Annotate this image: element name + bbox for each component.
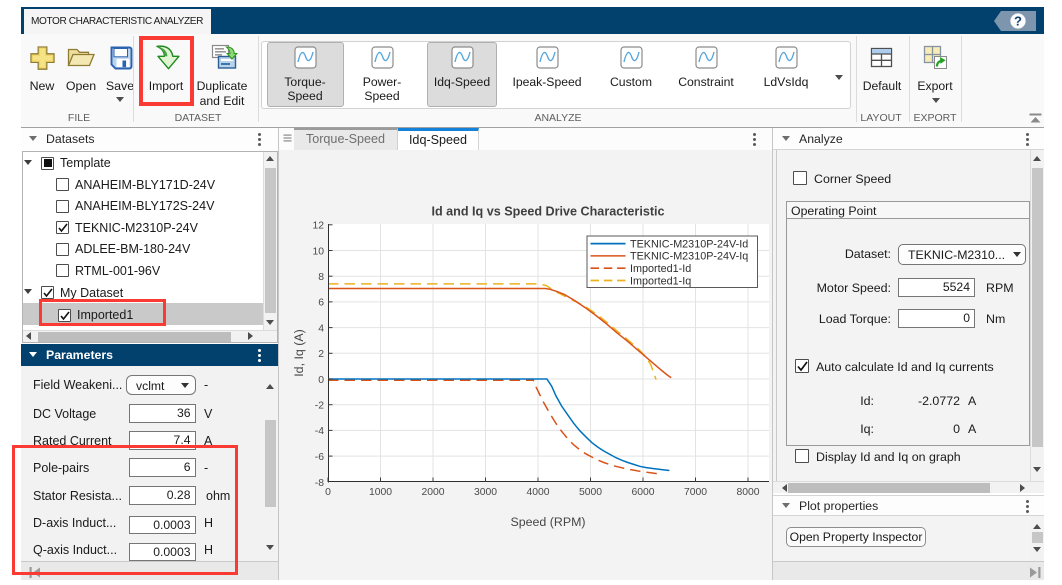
svg-text:-6: -6 (315, 452, 324, 463)
svg-text:5000: 5000 (579, 487, 602, 498)
svg-text:TEKNIC-M2310P-24V-Id: TEKNIC-M2310P-24V-Id (630, 238, 748, 250)
svg-text:6000: 6000 (631, 487, 654, 498)
svg-text:-4: -4 (315, 426, 324, 437)
svg-text:8: 8 (318, 272, 324, 283)
svg-text:-2: -2 (315, 401, 324, 412)
svg-text:Imported1-Iq: Imported1-Iq (630, 275, 691, 287)
svg-text:3000: 3000 (474, 487, 497, 498)
svg-text:TEKNIC-M2310P-24V-Iq: TEKNIC-M2310P-24V-Iq (630, 251, 748, 263)
svg-text:2000: 2000 (421, 487, 444, 498)
svg-text:Imported1-Id: Imported1-Id (630, 263, 691, 275)
svg-text:7000: 7000 (684, 487, 707, 498)
svg-text:6: 6 (318, 298, 324, 309)
svg-text:Id, Iq (A): Id, Iq (A) (292, 329, 306, 377)
svg-text:4: 4 (318, 323, 324, 334)
svg-text:0: 0 (325, 487, 331, 498)
svg-text:10: 10 (312, 246, 324, 257)
svg-text:Speed (RPM): Speed (RPM) (510, 515, 585, 529)
svg-text:12: 12 (312, 221, 324, 232)
svg-text:8000: 8000 (736, 487, 759, 498)
svg-text:0: 0 (318, 375, 324, 386)
svg-text:4000: 4000 (526, 487, 549, 498)
svg-text:1000: 1000 (369, 487, 392, 498)
svg-text:2: 2 (318, 349, 324, 360)
svg-text:?: ? (1014, 14, 1022, 29)
svg-text:Id and Iq vs Speed Drive Chara: Id and Iq vs Speed Drive Characteristic (431, 205, 664, 219)
svg-text:-8: -8 (315, 478, 324, 489)
